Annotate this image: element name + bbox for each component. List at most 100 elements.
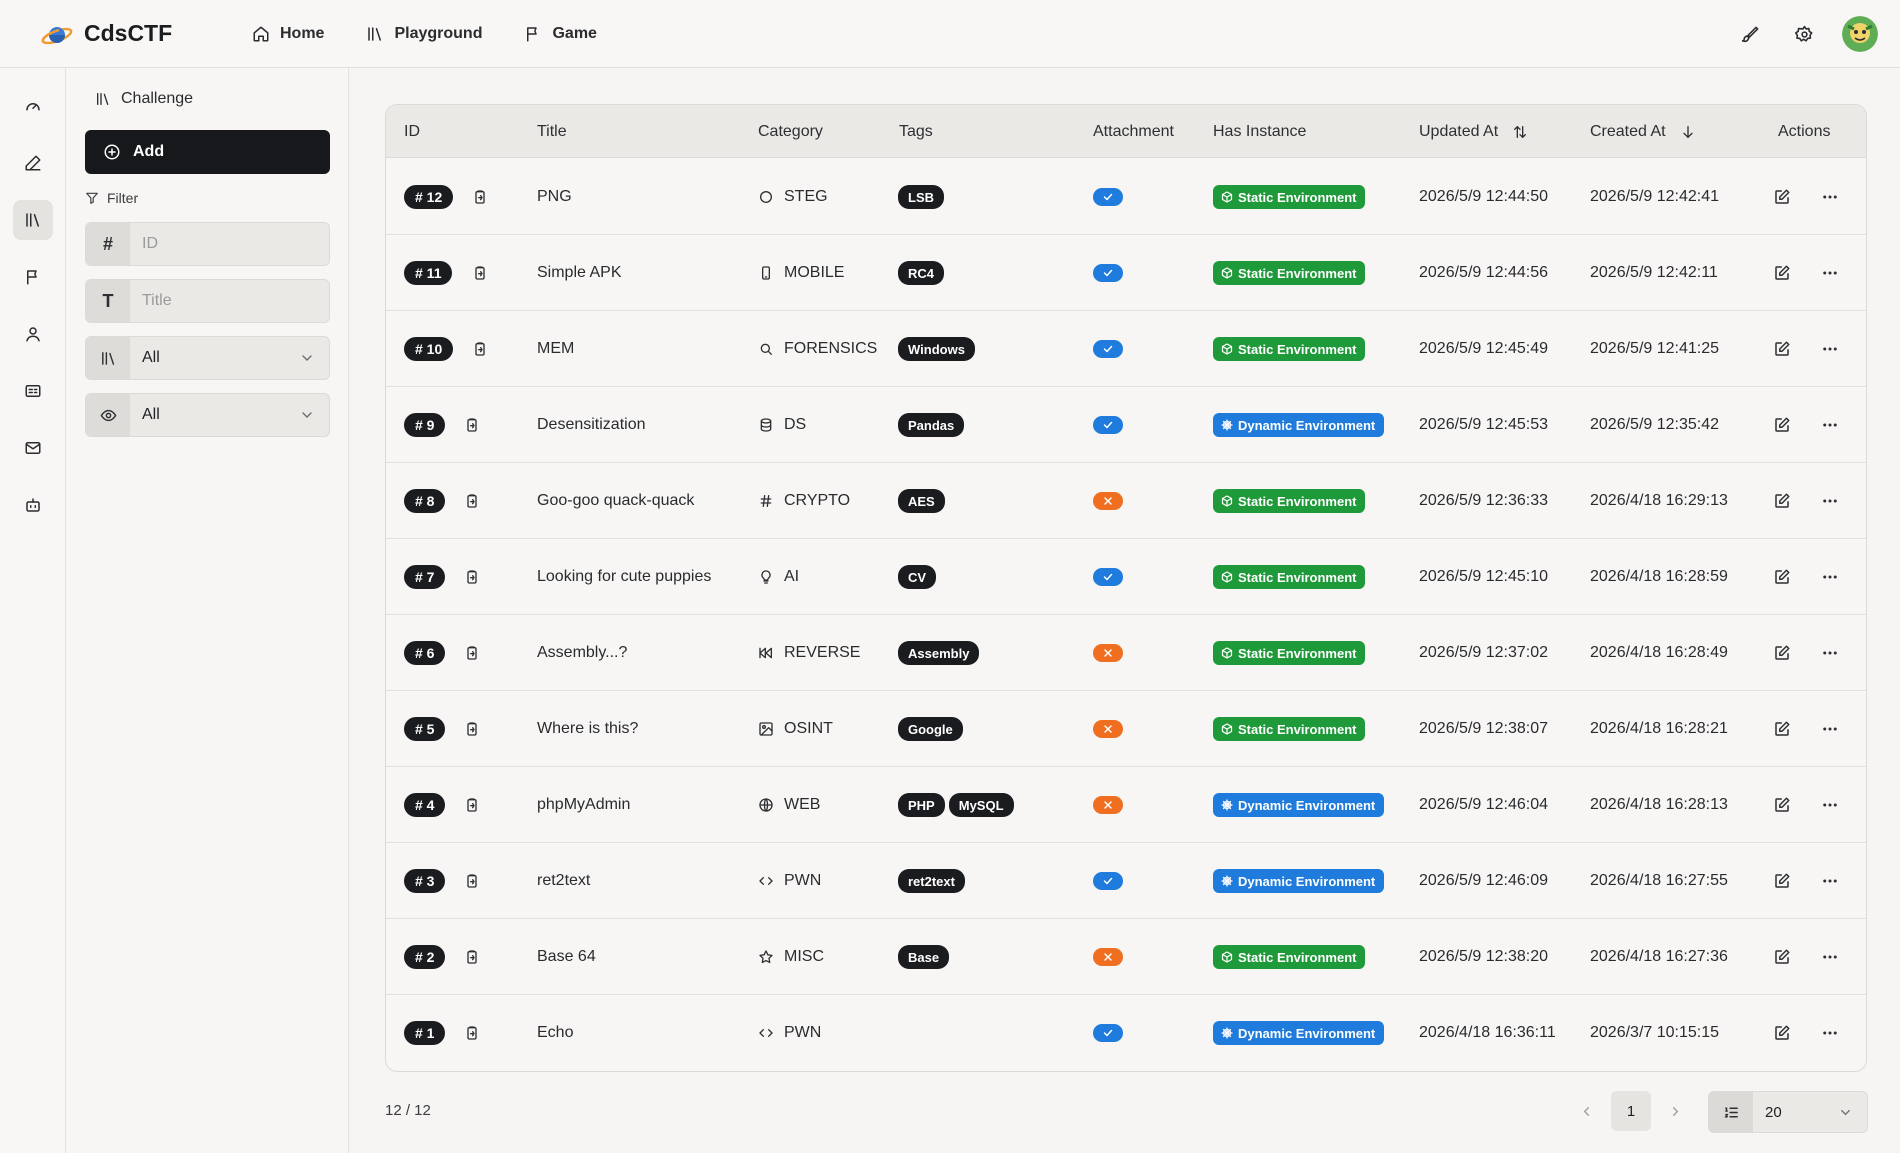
title-cell[interactable]: phpMyAdmin — [537, 767, 630, 843]
title-cell[interactable]: Assembly...? — [537, 615, 627, 691]
sort-both-icon[interactable] — [1512, 124, 1528, 140]
clipboard-copy-icon[interactable] — [464, 645, 480, 661]
edit-icon[interactable] — [1773, 264, 1791, 282]
clipboard-copy-icon[interactable] — [472, 341, 488, 357]
table-row[interactable]: # 9 Desensitization DS Pandas Dynamic Enviro… — [386, 387, 1866, 463]
edit-icon[interactable] — [1773, 340, 1791, 358]
clipboard-copy-icon[interactable] — [464, 569, 480, 585]
clipboard-copy-icon[interactable] — [464, 873, 480, 889]
clipboard-copy-icon[interactable] — [464, 1025, 480, 1041]
edit-icon[interactable] — [1773, 416, 1791, 434]
category-cell: DS — [758, 387, 806, 463]
sort-down-icon[interactable] — [1680, 124, 1696, 140]
title-cell[interactable]: Looking for cute puppies — [537, 539, 711, 615]
clipboard-copy-icon[interactable] — [472, 189, 488, 205]
title-cell[interactable]: Where is this? — [537, 691, 638, 767]
edit-icon[interactable] — [1773, 948, 1791, 966]
nav-home[interactable]: Home — [240, 14, 336, 54]
table-row[interactable]: # 1 Echo PWN Dynamic Environment 2026/4/18 1… — [386, 995, 1866, 1071]
rail-challenges[interactable] — [13, 200, 53, 240]
more-horizontal-icon[interactable] — [1821, 796, 1839, 814]
nav-game[interactable]: Game — [512, 14, 608, 54]
table-row[interactable]: # 5 Where is this? OSINT Google Static Envir… — [386, 691, 1866, 767]
theme-button[interactable] — [1730, 14, 1770, 54]
more-action-cell — [1821, 767, 1839, 843]
edit-icon[interactable] — [1773, 720, 1791, 738]
title-cell[interactable]: Goo-goo quack-quack — [537, 463, 694, 539]
rail-users[interactable] — [13, 314, 53, 354]
title-cell[interactable]: Desensitization — [537, 387, 646, 463]
rail-bot[interactable] — [13, 485, 53, 525]
id-cell: # 3 — [404, 843, 446, 919]
clipboard-copy-icon[interactable] — [464, 493, 480, 509]
edit-icon[interactable] — [1773, 492, 1791, 510]
table-row[interactable]: # 6 Assembly...? REVERSE Assembly Static Env… — [386, 615, 1866, 691]
more-horizontal-icon[interactable] — [1821, 644, 1839, 662]
edit-icon[interactable] — [1773, 568, 1791, 586]
table-row[interactable]: # 2 Base 64 MISC Base Static Environment 2026… — [386, 919, 1866, 995]
rail-edit[interactable] — [13, 143, 53, 183]
tags-cell: LSB — [898, 159, 948, 235]
next-page-button[interactable] — [1657, 1091, 1693, 1131]
table-row[interactable]: # 11 Simple APK MOBILE RC4 Static Environmen… — [386, 235, 1866, 311]
nav-playground[interactable]: Playground — [354, 14, 494, 54]
top-bar: CdsCTF Home Playground Game — [0, 0, 1900, 68]
instance-cell: Dynamic Environment — [1213, 767, 1385, 843]
brand[interactable]: CdsCTF — [40, 17, 240, 51]
more-horizontal-icon[interactable] — [1821, 188, 1839, 206]
table-row[interactable]: # 7 Looking for cute puppies AI CV Static En… — [386, 539, 1866, 615]
header-updated-at[interactable]: Updated At — [1419, 105, 1528, 158]
more-horizontal-icon[interactable] — [1821, 720, 1839, 738]
settings-button[interactable] — [1784, 14, 1824, 54]
rail-dashboard[interactable] — [13, 86, 53, 126]
edit-action-cell — [1773, 539, 1791, 615]
clipboard-copy-icon[interactable] — [464, 417, 480, 433]
more-horizontal-icon[interactable] — [1821, 264, 1839, 282]
more-horizontal-icon[interactable] — [1821, 416, 1839, 434]
more-horizontal-icon[interactable] — [1821, 568, 1839, 586]
edit-icon[interactable] — [1773, 872, 1791, 890]
clipboard-copy-icon[interactable] — [464, 949, 480, 965]
title-cell[interactable]: Echo — [537, 995, 573, 1071]
table-row[interactable]: # 12 PNG STEG LSB Static Environment 2026/5/9… — [386, 159, 1866, 235]
visibility-filter-select[interactable]: All — [85, 393, 330, 437]
title-filter-input[interactable] — [130, 280, 329, 322]
table-row[interactable]: # 8 Goo-goo quack-quack CRYPTO AES Static En… — [386, 463, 1866, 539]
more-horizontal-icon[interactable] — [1821, 1024, 1839, 1042]
page-number-button[interactable]: 1 — [1611, 1091, 1651, 1131]
more-horizontal-icon[interactable] — [1821, 340, 1839, 358]
category-filter-select[interactable]: All — [85, 336, 330, 380]
title-cell[interactable]: Simple APK — [537, 235, 621, 311]
edit-icon[interactable] — [1773, 796, 1791, 814]
edit-icon[interactable] — [1773, 1024, 1791, 1042]
tags-cell: Assembly — [898, 615, 983, 691]
header-created-at[interactable]: Created At — [1590, 105, 1696, 158]
home-icon — [253, 26, 269, 41]
prev-page-button[interactable] — [1568, 1091, 1604, 1131]
copy-cell — [464, 463, 480, 539]
more-horizontal-icon[interactable] — [1821, 492, 1839, 510]
clipboard-copy-icon[interactable] — [464, 721, 480, 737]
add-challenge-button[interactable]: Add — [85, 130, 330, 174]
id-filter-input[interactable] — [130, 223, 329, 265]
title-cell[interactable]: MEM — [537, 311, 574, 387]
category-label: CRYPTO — [784, 492, 851, 509]
title-cell[interactable]: PNG — [537, 159, 572, 235]
table-row[interactable]: # 10 MEM FORENSICS Windows Static Environmen… — [386, 311, 1866, 387]
more-horizontal-icon[interactable] — [1821, 872, 1839, 890]
table-row[interactable]: # 3 ret2text PWN ret2text Dynamic Environmen… — [386, 843, 1866, 919]
clipboard-copy-icon[interactable] — [464, 797, 480, 813]
avatar[interactable] — [1842, 16, 1878, 52]
rail-games[interactable] — [13, 257, 53, 297]
rail-mail[interactable] — [13, 428, 53, 468]
page-size-select[interactable]: 20 — [1708, 1091, 1868, 1133]
edit-icon[interactable] — [1773, 644, 1791, 662]
more-horizontal-icon[interactable] — [1821, 948, 1839, 966]
title-cell[interactable]: Base 64 — [537, 919, 596, 995]
instance-cell: Static Environment — [1213, 159, 1366, 235]
clipboard-copy-icon[interactable] — [472, 265, 488, 281]
rail-teams[interactable] — [13, 371, 53, 411]
edit-icon[interactable] — [1773, 188, 1791, 206]
table-row[interactable]: # 4 phpMyAdmin WEB PHP MySQL Dynamic Environm… — [386, 767, 1866, 843]
title-cell[interactable]: ret2text — [537, 843, 590, 919]
